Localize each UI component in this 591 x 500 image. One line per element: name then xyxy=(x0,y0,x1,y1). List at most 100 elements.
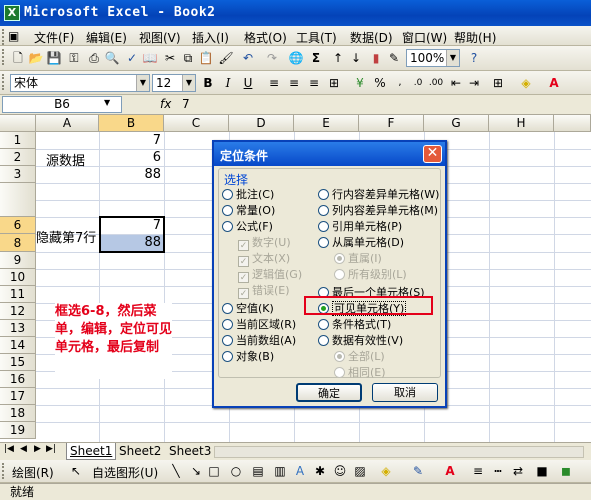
font-color-icon[interactable]: A xyxy=(546,75,562,91)
menu-gripper[interactable] xyxy=(2,29,5,45)
menu-file[interactable]: 文件(F) xyxy=(34,29,74,46)
column-header-d[interactable]: D xyxy=(229,115,294,132)
ok-button[interactable]: 确定 xyxy=(296,383,362,402)
select-objects-icon[interactable]: ↖ xyxy=(68,463,84,479)
line-icon[interactable]: ╲ xyxy=(168,463,184,479)
row-header-8[interactable]: 8 xyxy=(0,234,36,252)
comma-style-icon[interactable]: , xyxy=(392,75,408,91)
row-header-18[interactable]: 18 xyxy=(0,405,36,422)
zoom-select[interactable]: 100% ▼ xyxy=(406,49,460,67)
cell-b2[interactable]: 6 xyxy=(99,150,161,165)
align-left-icon[interactable]: ≡ xyxy=(266,75,282,91)
toolbar-gripper[interactable] xyxy=(2,74,5,90)
toolbar-gripper[interactable] xyxy=(2,463,5,479)
font-name-select[interactable]: 宋体 ▼ xyxy=(10,74,150,92)
cell-a2[interactable]: 源数据 xyxy=(46,150,85,169)
row-header-10[interactable]: 10 xyxy=(0,269,36,286)
menu-window[interactable]: 窗口(W) xyxy=(402,29,447,46)
column-header-f[interactable]: F xyxy=(359,115,424,132)
copy-icon[interactable]: ⧉ xyxy=(180,50,196,66)
draw-menu[interactable]: 绘图(R) xyxy=(12,464,54,481)
dash-style-icon[interactable]: ┅ xyxy=(490,463,506,479)
line-style-icon[interactable]: ≡ xyxy=(470,463,486,479)
help-icon[interactable]: ? xyxy=(466,50,482,66)
print-preview-icon[interactable]: 🔍 xyxy=(104,50,120,66)
option-blanks[interactable]: 空值(K) xyxy=(222,300,274,315)
column-header-g[interactable]: G xyxy=(424,115,489,132)
research-icon[interactable]: 📖 xyxy=(142,50,158,66)
row-header-15[interactable]: 15 xyxy=(0,354,36,371)
spelling-icon[interactable]: ✓ xyxy=(124,50,140,66)
excel-app-icon[interactable]: X xyxy=(4,5,20,21)
chevron-down-icon[interactable]: ▼ xyxy=(136,75,149,91)
option-constants[interactable]: 常量(O) xyxy=(222,202,275,217)
sort-descending-icon[interactable]: ↓ xyxy=(348,50,364,66)
column-header-b[interactable]: B xyxy=(99,115,164,132)
drawing-icon[interactable]: ✎ xyxy=(386,50,402,66)
hyperlink-icon[interactable]: 🌐 xyxy=(288,50,304,66)
column-header-c[interactable]: C xyxy=(164,115,229,132)
cut-icon[interactable]: ✂ xyxy=(162,50,178,66)
shadow-icon[interactable]: ■ xyxy=(534,463,550,479)
bold-icon[interactable]: B xyxy=(200,75,216,91)
cell-b3[interactable]: 88 xyxy=(99,167,161,182)
row-header-blank[interactable] xyxy=(0,183,36,217)
option-conditional-formats[interactable]: 条件格式(T) xyxy=(318,316,391,331)
cell-a6[interactable]: 隐藏第7行 xyxy=(36,227,96,246)
underline-icon[interactable]: U xyxy=(240,75,256,91)
save-icon[interactable]: 💾 xyxy=(46,50,62,66)
cell-b1[interactable]: 7 xyxy=(99,133,161,148)
tab-sheet2[interactable]: Sheet2 xyxy=(116,443,164,460)
italic-icon[interactable]: I xyxy=(220,75,236,91)
option-formulas[interactable]: 公式(F) xyxy=(222,218,273,233)
clipart-icon[interactable]: ☺ xyxy=(332,463,348,479)
horizontal-scrollbar[interactable] xyxy=(214,446,584,458)
font-size-select[interactable]: 12 ▼ xyxy=(152,74,196,92)
row-header-19[interactable]: 19 xyxy=(0,422,36,439)
merge-center-icon[interactable]: ⊞ xyxy=(326,75,342,91)
row-header-11[interactable]: 11 xyxy=(0,286,36,303)
column-header-a[interactable]: A xyxy=(36,115,99,132)
arrow-style-icon[interactable]: ⇄ xyxy=(510,463,526,479)
autoshapes-menu[interactable]: 自选图形(U) xyxy=(92,464,158,481)
align-right-icon[interactable]: ≡ xyxy=(306,75,322,91)
close-icon[interactable]: ✕ xyxy=(423,145,442,163)
font-color-icon[interactable]: A xyxy=(442,463,458,479)
chevron-down-icon[interactable]: ▼ xyxy=(104,98,110,107)
row-header-2[interactable]: 2 xyxy=(0,149,36,166)
dialog-title-bar[interactable]: 定位条件 xyxy=(214,142,445,166)
row-header-14[interactable]: 14 xyxy=(0,337,36,354)
sort-ascending-icon[interactable]: ↑ xyxy=(330,50,346,66)
option-data-validation[interactable]: 数据有效性(V) xyxy=(318,332,403,347)
menu-view[interactable]: 视图(V) xyxy=(139,29,181,46)
permission-icon[interactable]: ⚿ xyxy=(66,50,82,66)
row-header-13[interactable]: 13 xyxy=(0,320,36,337)
decrease-indent-icon[interactable]: ⇤ xyxy=(448,75,464,91)
chevron-down-icon[interactable]: ▼ xyxy=(182,75,195,91)
row-header-17[interactable]: 17 xyxy=(0,388,36,405)
fill-color-icon[interactable]: ◈ xyxy=(518,75,534,91)
fx-icon[interactable]: fx xyxy=(160,97,171,111)
select-all-corner[interactable] xyxy=(0,115,36,132)
textbox-icon[interactable]: ▤ xyxy=(250,463,266,479)
decrease-decimal-icon[interactable]: .00 xyxy=(428,75,444,91)
align-center-icon[interactable]: ≡ xyxy=(286,75,302,91)
prev-sheet-icon[interactable]: ◀ xyxy=(20,444,27,454)
percent-icon[interactable]: % xyxy=(372,75,388,91)
menu-edit[interactable]: 编辑(E) xyxy=(86,29,127,46)
option-comments[interactable]: 批注(C) xyxy=(222,186,274,201)
row-header-3[interactable]: 3 xyxy=(0,166,36,183)
row-header-16[interactable]: 16 xyxy=(0,371,36,388)
formula-value[interactable]: 7 xyxy=(182,97,190,111)
option-objects[interactable]: 对象(B) xyxy=(222,348,274,363)
redo-icon[interactable]: ↷ xyxy=(264,50,280,66)
textbox-vertical-icon[interactable]: ▥ xyxy=(272,463,288,479)
row-header-12[interactable]: 12 xyxy=(0,303,36,320)
row-header-1[interactable]: 1 xyxy=(0,132,36,149)
fill-color-icon[interactable]: ◈ xyxy=(378,463,394,479)
row-header-6[interactable]: 6 xyxy=(0,217,36,234)
rectangle-icon[interactable]: □ xyxy=(206,463,222,479)
menu-tools[interactable]: 工具(T) xyxy=(296,29,337,46)
paste-icon[interactable]: 📋 xyxy=(198,50,214,66)
increase-decimal-icon[interactable]: .0 xyxy=(410,75,426,91)
